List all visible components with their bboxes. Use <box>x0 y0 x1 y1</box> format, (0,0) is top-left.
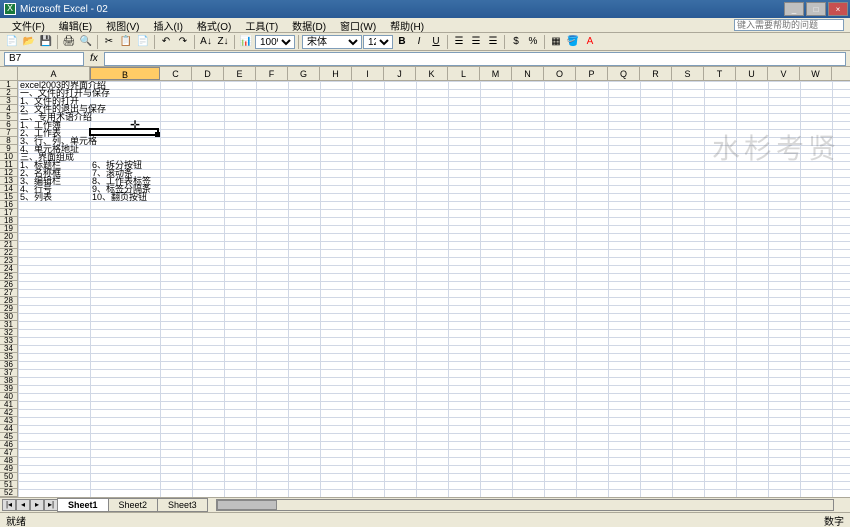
menu-e[interactable]: 编辑(E) <box>53 17 98 34</box>
name-box[interactable]: B7 <box>4 52 84 66</box>
tab-nav-next[interactable]: ▸ <box>30 499 44 511</box>
help-input[interactable] <box>734 19 844 31</box>
sheet-tab-bar: |◂ ◂ ▸ ▸| Sheet1Sheet2Sheet3 <box>0 497 850 512</box>
formula-input[interactable] <box>104 52 846 66</box>
horizontal-scrollbar[interactable] <box>216 499 834 511</box>
zoom-select[interactable]: 100% <box>255 35 295 49</box>
row-headers: 1234567891011121314151617181920212223242… <box>0 81 18 497</box>
col-header-I[interactable]: I <box>352 67 384 80</box>
close-button[interactable]: × <box>828 2 848 16</box>
bold-icon[interactable]: B <box>394 34 410 50</box>
col-header-H[interactable]: H <box>320 67 352 80</box>
tab-nav-last[interactable]: ▸| <box>44 499 58 511</box>
chart-icon[interactable]: 📊 <box>238 34 254 50</box>
font-color-icon[interactable]: A <box>582 34 598 50</box>
currency-icon[interactable]: $ <box>508 34 524 50</box>
undo-icon[interactable]: ↶ <box>158 34 174 50</box>
sheet-tab-sheet1[interactable]: Sheet1 <box>57 498 109 512</box>
minimize-button[interactable]: _ <box>784 2 804 16</box>
new-icon[interactable]: 📄 <box>4 34 20 50</box>
tab-nav-first[interactable]: |◂ <box>2 499 16 511</box>
cut-icon[interactable]: ✂ <box>101 34 117 50</box>
statusbar: 就绪 数字 <box>0 512 850 527</box>
open-icon[interactable]: 📂 <box>21 34 37 50</box>
col-header-K[interactable]: K <box>416 67 448 80</box>
col-header-J[interactable]: J <box>384 67 416 80</box>
select-all-corner[interactable] <box>0 67 18 80</box>
align-right-icon[interactable]: ☰ <box>485 34 501 50</box>
col-header-U[interactable]: U <box>736 67 768 80</box>
row-header-52[interactable]: 52 <box>0 489 18 497</box>
percent-icon[interactable]: % <box>525 34 541 50</box>
active-cell-cursor[interactable] <box>89 128 159 136</box>
status-right: 数字 <box>824 513 844 528</box>
col-header-E[interactable]: E <box>224 67 256 80</box>
redo-icon[interactable]: ↷ <box>175 34 191 50</box>
col-header-R[interactable]: R <box>640 67 672 80</box>
col-header-N[interactable]: N <box>512 67 544 80</box>
col-header-A[interactable]: A <box>18 67 90 80</box>
copy-icon[interactable]: 📋 <box>118 34 134 50</box>
cell-B15[interactable]: 10、翻页按钮 <box>91 193 147 201</box>
menu-v[interactable]: 视图(V) <box>100 17 145 34</box>
spreadsheet-grid[interactable]: ABCDEFGHIJKLMNOPQRSTUVW 1234567891011121… <box>0 67 850 497</box>
tab-nav-prev[interactable]: ◂ <box>16 499 30 511</box>
fx-icon[interactable]: fx <box>90 53 98 64</box>
titlebar: Microsoft Excel - 02 _ □ × <box>0 0 850 18</box>
status-left: 就绪 <box>6 513 26 528</box>
col-header-B[interactable]: B <box>90 67 160 80</box>
maximize-button[interactable]: □ <box>806 2 826 16</box>
sheet-tab-sheet3[interactable]: Sheet3 <box>157 498 208 512</box>
preview-icon[interactable]: 🔍 <box>78 34 94 50</box>
print-icon[interactable]: 🖨 <box>61 34 77 50</box>
menu-h[interactable]: 帮助(H) <box>384 17 430 34</box>
paste-icon[interactable]: 📄 <box>135 34 151 50</box>
italic-icon[interactable]: I <box>411 34 427 50</box>
col-header-S[interactable]: S <box>672 67 704 80</box>
align-center-icon[interactable]: ☰ <box>468 34 484 50</box>
col-header-C[interactable]: C <box>160 67 192 80</box>
col-header-T[interactable]: T <box>704 67 736 80</box>
font-size-select[interactable]: 12 <box>363 35 393 49</box>
col-header-V[interactable]: V <box>768 67 800 80</box>
menu-w[interactable]: 窗口(W) <box>334 17 382 34</box>
hscroll-thumb[interactable] <box>217 500 277 510</box>
cell-A15[interactable]: 5、列表 <box>19 193 52 201</box>
sort-asc-icon[interactable]: A↓ <box>198 34 214 50</box>
menu-i[interactable]: 插入(I) <box>147 17 188 34</box>
formula-bar: B7 fx <box>0 51 850 67</box>
col-header-W[interactable]: W <box>800 67 832 80</box>
underline-icon[interactable]: U <box>428 34 444 50</box>
sort-desc-icon[interactable]: Z↓ <box>215 34 231 50</box>
menu-d[interactable]: 数据(D) <box>286 17 332 34</box>
font-name-select[interactable]: 宋体 <box>302 35 362 49</box>
col-header-M[interactable]: M <box>480 67 512 80</box>
borders-icon[interactable]: ▦ <box>548 34 564 50</box>
align-left-icon[interactable]: ☰ <box>451 34 467 50</box>
col-header-D[interactable]: D <box>192 67 224 80</box>
menu-f[interactable]: 文件(F) <box>6 17 51 34</box>
standard-toolbar: 📄 📂 💾 🖨 🔍 ✂ 📋 📄 ↶ ↷ A↓ Z↓ 📊 100% 宋体 12 B… <box>0 33 850 51</box>
app-icon <box>4 3 16 15</box>
menu-o[interactable]: 格式(O) <box>191 17 237 34</box>
cells-area[interactable]: ✛ excel2003的界面介绍一、文件的打开与保存1、文件的打开2、文件的退出… <box>18 81 850 497</box>
col-header-L[interactable]: L <box>448 67 480 80</box>
sheet-tab-sheet2[interactable]: Sheet2 <box>108 498 159 512</box>
window-title: Microsoft Excel - 02 <box>20 4 108 15</box>
col-header-F[interactable]: F <box>256 67 288 80</box>
col-header-P[interactable]: P <box>576 67 608 80</box>
col-header-G[interactable]: G <box>288 67 320 80</box>
column-headers: ABCDEFGHIJKLMNOPQRSTUVW <box>0 67 850 81</box>
help-search[interactable] <box>734 19 844 31</box>
col-header-O[interactable]: O <box>544 67 576 80</box>
save-icon[interactable]: 💾 <box>38 34 54 50</box>
menubar: 文件(F)编辑(E)视图(V)插入(I)格式(O)工具(T)数据(D)窗口(W)… <box>0 18 850 33</box>
fill-color-icon[interactable]: 🪣 <box>565 34 581 50</box>
menu-t[interactable]: 工具(T) <box>239 17 284 34</box>
col-header-Q[interactable]: Q <box>608 67 640 80</box>
